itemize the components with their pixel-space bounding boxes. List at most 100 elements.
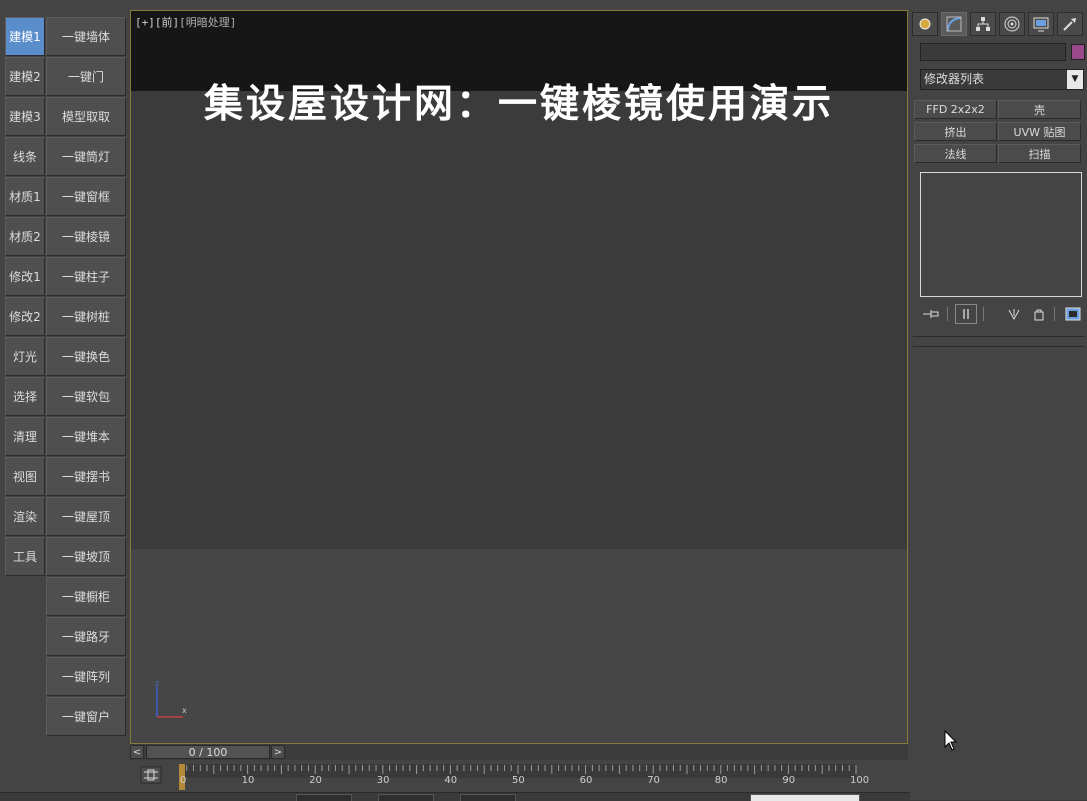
command-button[interactable]: 一键堆本 xyxy=(46,417,126,456)
category-button[interactable]: 修改1 xyxy=(5,257,45,296)
axis-tripod-icon: z x xyxy=(155,679,187,718)
command-button[interactable]: 一键柱子 xyxy=(46,257,126,296)
divider xyxy=(913,346,1085,347)
modifier-button[interactable]: 壳 xyxy=(998,100,1081,119)
category-button[interactable]: 视图 xyxy=(5,457,45,496)
utilities-icon xyxy=(1063,18,1076,31)
modifier-stack[interactable] xyxy=(920,172,1082,297)
frame-ruler[interactable]: 0 10 20 30 40 50 60 70 80 90 100 xyxy=(128,762,869,792)
tick-label: 90 xyxy=(782,775,796,786)
command-button[interactable]: 一键路牙 xyxy=(46,617,126,656)
modifier-button[interactable]: 挤出 xyxy=(914,122,997,141)
modifier-button[interactable]: 法线 xyxy=(914,144,997,163)
configure-icon xyxy=(1065,307,1081,321)
hierarchy-icon xyxy=(976,17,990,31)
modifier-button[interactable]: FFD 2x2x2 xyxy=(914,100,997,119)
modifier-button[interactable]: 扫描 xyxy=(998,144,1081,163)
command-button[interactable]: 一键墙体 xyxy=(46,17,126,56)
remove-modifier-button[interactable] xyxy=(1028,304,1050,324)
modifier-button[interactable]: UVW 贴图 xyxy=(998,122,1081,141)
viewport-mid-band xyxy=(131,91,907,549)
category-button[interactable]: 修改2 xyxy=(5,297,45,336)
show-end-result-button[interactable] xyxy=(955,304,977,324)
category-button[interactable]: 工具 xyxy=(5,537,45,576)
time-slider-thumb[interactable]: 0 / 100 xyxy=(146,745,270,759)
command-button[interactable]: 一键摆书 xyxy=(46,457,126,496)
front-viewport[interactable]: [+][前][明暗处理] 集设屋设计网：一键棱镜使用演示 z x xyxy=(130,10,908,744)
trash-icon xyxy=(1034,309,1044,321)
viewport-shading-mode[interactable]: [明暗处理] xyxy=(179,16,236,29)
category-button[interactable]: 选择 xyxy=(5,377,45,416)
category-button[interactable]: 建模2 xyxy=(5,57,45,96)
separator xyxy=(947,307,948,321)
separator xyxy=(1054,307,1055,321)
object-name-field[interactable] xyxy=(920,43,1066,61)
command-button[interactable]: 一键阵列 xyxy=(46,657,126,696)
track-bar[interactable]: 0 10 20 30 40 50 60 70 80 90 100 xyxy=(128,762,908,792)
category-button[interactable]: 材质1 xyxy=(5,177,45,216)
tick-label: 0 xyxy=(180,775,187,786)
tick-label: 100 xyxy=(850,775,870,786)
tick-label: 40 xyxy=(444,775,458,786)
category-button[interactable]: 材质2 xyxy=(5,217,45,256)
command-column: 一键墙体 一键门 模型取取 一键筒灯 一键窗框 一键棱镜 一键柱子 一键树桩 一键换色 一键软包一… xyxy=(46,17,126,737)
tick-label: 70 xyxy=(647,775,660,786)
separator xyxy=(983,307,984,321)
display-icon xyxy=(1033,17,1049,32)
overlay-title: 集设屋设计网：一键棱镜使用演示 xyxy=(203,82,834,127)
command-button[interactable]: 一键窗户 xyxy=(46,697,126,736)
command-button[interactable]: 一键窗框 xyxy=(46,177,126,216)
command-button[interactable]: 一键换色 xyxy=(46,337,126,376)
tick-label: 30 xyxy=(376,775,390,786)
category-button[interactable]: 线条 xyxy=(5,137,45,176)
end-result-icon xyxy=(963,309,969,319)
configure-modifier-sets-button[interactable] xyxy=(1062,304,1084,324)
command-button[interactable]: 一键树桩 xyxy=(46,297,126,336)
category-button[interactable]: 建模1 xyxy=(5,17,45,56)
tick-label: 50 xyxy=(512,775,525,786)
modifier-list-dropdown[interactable]: 修改器列表 ▼ xyxy=(920,69,1084,90)
tab-motion[interactable] xyxy=(999,12,1025,36)
pin-icon xyxy=(923,310,939,318)
command-button[interactable]: 一键坡顶 xyxy=(46,537,126,576)
command-button[interactable]: 一键门 xyxy=(46,57,126,96)
command-button[interactable]: 一键屋顶 xyxy=(46,497,126,536)
pin-stack-button[interactable] xyxy=(920,304,942,324)
tab-utilities[interactable] xyxy=(1057,12,1083,36)
tab-display[interactable] xyxy=(1028,12,1054,36)
category-button[interactable]: 清理 xyxy=(5,417,45,456)
command-button[interactable]: 一键橱柜 xyxy=(46,577,126,616)
category-button[interactable]: 灯光 xyxy=(5,337,45,376)
tick-label: 60 xyxy=(579,775,593,786)
quick-tools-panel: 建模1 建模2 建模3 线条 材质1 材质2 修改1 修改2 灯光 选择 清理 视图 渲染 工具 一键墙体… xyxy=(0,10,128,800)
tick-label: 20 xyxy=(309,775,322,786)
motion-icon xyxy=(1004,16,1020,32)
command-button[interactable]: 一键筒灯 xyxy=(46,137,126,176)
category-button[interactable]: 渲染 xyxy=(5,497,45,536)
category-button[interactable]: 建模3 xyxy=(5,97,45,136)
viewport-point-of-view[interactable]: [前] xyxy=(155,16,179,29)
divider xyxy=(913,336,1085,337)
command-button[interactable]: 一键软包 xyxy=(46,377,126,416)
viewport-menu-plus[interactable]: [+] xyxy=(135,16,155,29)
object-color-swatch[interactable] xyxy=(1071,44,1085,60)
tick-label: 80 xyxy=(714,775,728,786)
make-unique-icon xyxy=(1008,309,1020,321)
viewport-label: [+][前][明暗处理] xyxy=(135,14,236,30)
command-button[interactable]: 模型取取 xyxy=(46,97,126,136)
make-unique-button[interactable] xyxy=(1004,304,1026,324)
create-icon xyxy=(919,18,931,30)
next-frame-button[interactable]: > xyxy=(271,745,285,759)
stack-toolbar xyxy=(920,304,1085,326)
command-button[interactable]: 一键棱镜 xyxy=(46,217,126,256)
axis-x-label: x xyxy=(182,706,187,715)
tab-modify[interactable] xyxy=(941,12,967,36)
mouse-cursor-icon xyxy=(944,730,958,751)
chevron-down-icon[interactable]: ▼ xyxy=(1067,70,1083,89)
tick-label: 10 xyxy=(241,775,255,786)
tab-hierarchy[interactable] xyxy=(970,12,996,36)
time-slider[interactable]: < 0 / 100 > xyxy=(130,744,908,760)
modifier-list-label: 修改器列表 xyxy=(924,72,985,86)
tab-create[interactable] xyxy=(912,12,938,36)
prev-frame-button[interactable]: < xyxy=(130,745,144,759)
